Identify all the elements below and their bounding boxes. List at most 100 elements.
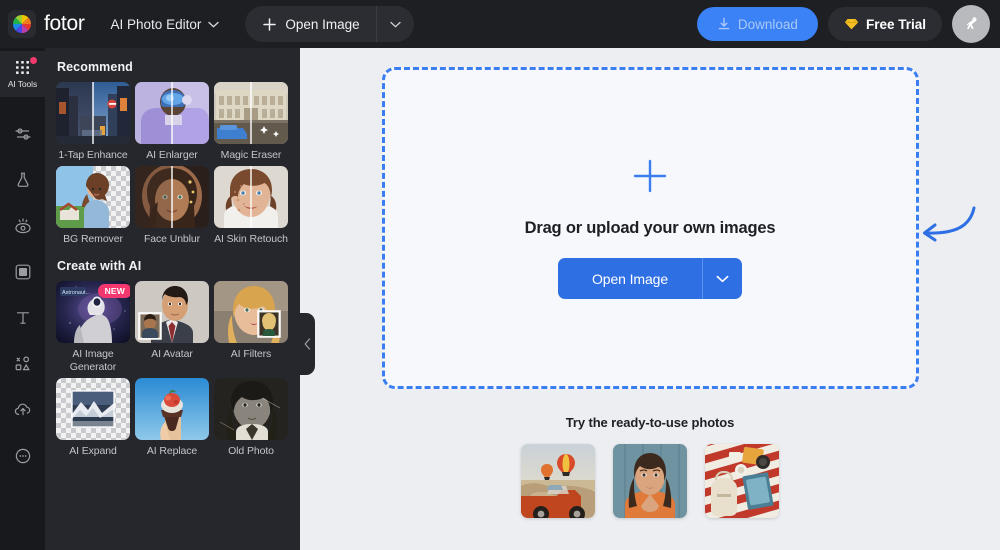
section-title-create-with-ai: Create with AI [57,259,142,273]
tool-thumbnail [214,378,288,440]
tool-thumbnail [56,378,130,440]
app-body: AI Tools Recommend 1-Tap Enhance AI Enla… [0,48,1000,550]
panel-collapse-handle[interactable] [300,313,315,375]
tool-tile-label: AI Replace [146,445,198,457]
tool-tile-label: Face Unblur [143,233,201,245]
tool-thumbnail [135,281,209,343]
download-icon [717,17,731,31]
brand-logo[interactable]: fotor [8,10,85,38]
dropzone-open-image-button[interactable]: Open Image [557,258,703,299]
chevron-left-icon [304,338,311,350]
text-icon [13,308,33,328]
open-image-button-group[interactable]: Open Image [245,6,414,42]
sidebar-item-more[interactable] [0,433,45,479]
retouch-eye-icon [13,216,33,236]
sidebar-item-retouch[interactable] [0,203,45,249]
sidebar-item-frame[interactable] [0,249,45,295]
tool-thumbnail: NEW Astronaut... [56,281,130,343]
tool-tile-magic-eraser[interactable]: Magic Eraser [214,82,288,162]
ready-photo-picnic-blanket-flatlay[interactable] [705,444,779,518]
sidebar-item-adjust[interactable] [0,111,45,157]
top-bar: fotor AI Photo Editor Open Image Downloa… [0,0,1000,48]
canvas-area: Drag or upload your own images Open Imag… [300,48,1000,550]
ready-photos-title: Try the ready-to-use photos [565,415,735,430]
dropzone-open-image-dropdown-toggle[interactable] [702,258,743,299]
tool-tile-label: Old Photo [228,445,274,457]
more-icon [13,446,33,466]
ready-photo-woman-portrait-orange[interactable] [613,444,687,518]
ready-photos-row [521,444,779,518]
section-title-recommend: Recommend [57,60,133,74]
chevron-down-icon [208,21,220,28]
open-image-button[interactable]: Open Image [245,6,375,42]
image-dropzone[interactable]: Drag or upload your own images Open Imag… [381,67,975,389]
mode-selector[interactable]: AI Photo Editor [103,11,228,38]
tool-tile-ai-filters[interactable]: AI Filters [214,281,288,374]
tool-tile-1-tap-enhance[interactable]: 1-Tap Enhance [56,82,130,162]
dropzone-prompt: Drag or upload your own images [524,219,776,237]
user-avatar[interactable] [952,5,990,43]
download-button[interactable]: Download [696,7,818,41]
open-image-dropdown-toggle[interactable] [375,6,414,42]
tool-tile-ai-enlarger[interactable]: AI Enlarger [135,82,209,162]
sidebar-item-text[interactable] [0,295,45,341]
recommend-tile-grid: 1-Tap Enhance AI Enlarger Magic Eraser B… [56,82,290,246]
tool-tile-label: AI Filters [230,348,272,360]
plus-icon [263,17,277,31]
free-trial-button[interactable]: Free Trial [827,7,942,41]
tool-thumbnail [214,166,288,228]
tool-tile-ai-image-generator[interactable]: NEW Astronaut... AI Image Generator [56,281,130,374]
tool-tile-ai-skin-retouch[interactable]: AI Skin Retouch [214,166,288,246]
flask-icon [13,170,33,190]
bird-avatar-icon [959,12,983,36]
ready-photo-hot-air-balloons-car[interactable] [521,444,595,518]
sidebar-item-elements[interactable] [0,341,45,387]
sidebar-item-ai-tools[interactable]: AI Tools [0,51,45,97]
curved-arrow-icon [912,200,978,256]
frame-icon [13,262,33,282]
free-trial-label: Free Trial [865,16,926,32]
sidebar-item-upload[interactable] [0,387,45,433]
adjust-sliders-icon [13,124,33,144]
chevron-down-icon [716,275,729,283]
svg-text:Astronaut...: Astronaut... [62,290,91,296]
tool-tile-ai-avatar[interactable]: AI Avatar [135,281,209,374]
tool-tile-ai-replace[interactable]: AI Replace [135,378,209,458]
sidebar-item-ai-lab[interactable] [0,157,45,203]
tool-tile-label: BG Remover [63,233,123,245]
tool-tile-bg-remover[interactable]: BG Remover [56,166,130,246]
upload-cloud-icon [13,400,33,420]
tool-tile-label: AI Image Generator [69,348,117,373]
tool-tile-label: AI Enlarger [146,149,198,161]
tool-tile-label: Magic Eraser [220,149,282,161]
tool-panel-content: Recommend 1-Tap Enhance AI Enlarger Magi… [45,48,300,458]
tool-thumbnail [135,82,209,144]
tool-thumbnail [56,166,130,228]
chevron-down-icon [389,21,401,28]
tool-panel: Recommend 1-Tap Enhance AI Enlarger Magi… [45,48,300,550]
notification-dot-icon [30,57,37,64]
tool-tile-label: 1-Tap Enhance [58,149,128,161]
plus-icon [631,157,669,195]
elements-icon [13,354,33,374]
tool-tile-old-photo[interactable]: Old Photo [214,378,288,458]
tool-thumbnail [135,378,209,440]
mode-selector-label: AI Photo Editor [110,16,202,32]
new-badge: NEW [97,284,130,298]
tool-thumbnail [214,82,288,144]
dropzone-open-image-label: Open Image [591,270,669,287]
brand-name: fotor [44,12,85,35]
icon-rail: AI Tools [0,48,45,550]
sidebar-item-label: AI Tools [7,79,38,89]
tool-tile-label: AI Expand [69,445,117,457]
download-label: Download [737,16,798,32]
grid-dots-icon [14,59,31,76]
open-image-label: Open Image [285,16,360,32]
tool-tile-ai-expand[interactable]: AI Expand [56,378,130,458]
dropzone-open-image-group[interactable]: Open Image [557,258,743,299]
tool-thumbnail [214,281,288,343]
tool-thumbnail [56,82,130,144]
fotor-logo-icon [8,10,36,38]
tool-tile-face-unblur[interactable]: Face Unblur [135,166,209,246]
tool-tile-label: AI Avatar [151,348,193,360]
